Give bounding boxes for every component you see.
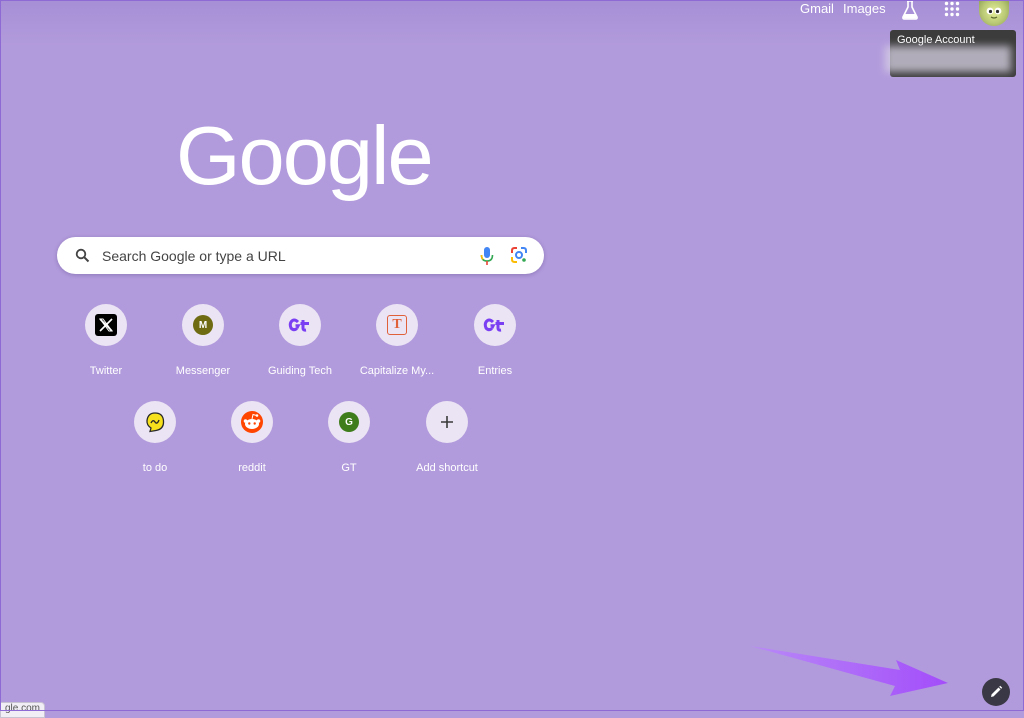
capitalize-t-icon: T bbox=[387, 315, 407, 335]
status-url: gle.com bbox=[0, 702, 46, 718]
shortcut-tile: G bbox=[328, 401, 370, 443]
google-logo: Google bbox=[176, 109, 434, 202]
reddit-icon bbox=[241, 411, 263, 433]
flask-icon[interactable] bbox=[899, 0, 921, 20]
pencil-icon bbox=[991, 685, 1003, 697]
shortcut-tile bbox=[85, 304, 127, 346]
redacted-account-info bbox=[885, 46, 1011, 72]
shortcut-label: Guiding Tech bbox=[267, 365, 332, 377]
shortcut-tile bbox=[134, 401, 176, 443]
shortcut-tile bbox=[474, 304, 516, 346]
shortcut-messenger[interactable]: M Messenger bbox=[158, 304, 248, 392]
shortcut-to-do[interactable]: to do bbox=[110, 401, 200, 489]
account-tooltip: Google Account bbox=[885, 30, 1016, 77]
search-box[interactable]: Search Google or type a URL bbox=[57, 237, 544, 274]
google-lens-icon[interactable] bbox=[510, 246, 528, 269]
customize-chrome-button[interactable] bbox=[982, 678, 1010, 706]
shortcut-label: Capitalize My... bbox=[359, 365, 435, 377]
shortcut-label: to do bbox=[142, 462, 168, 474]
search-input[interactable]: Search Google or type a URL bbox=[102, 247, 286, 265]
shortcut-label: reddit bbox=[238, 462, 266, 474]
shortcut-tile bbox=[279, 304, 321, 346]
add-shortcut-button[interactable]: Add shortcut bbox=[402, 401, 492, 489]
shortcut-label: Messenger bbox=[175, 365, 231, 377]
shortcut-entries[interactable]: Entries bbox=[450, 304, 540, 392]
shortcut-label: Add shortcut bbox=[416, 462, 478, 474]
m-letter-icon: M bbox=[193, 315, 213, 335]
shortcut-tile bbox=[231, 401, 273, 443]
apps-grid-icon[interactable] bbox=[942, 0, 962, 18]
shortcut-guiding-tech[interactable]: Guiding Tech bbox=[255, 304, 345, 392]
x-logo-icon bbox=[95, 314, 117, 336]
guiding-tech-icon bbox=[483, 318, 504, 332]
shortcut-tile: M bbox=[182, 304, 224, 346]
shortcut-tile bbox=[426, 401, 468, 443]
g-letter-icon: G bbox=[339, 412, 359, 432]
shortcut-gt[interactable]: G GT bbox=[304, 401, 394, 489]
mic-icon[interactable] bbox=[480, 246, 494, 271]
shortcut-reddit[interactable]: reddit bbox=[207, 401, 297, 489]
tooltip-title: Google Account bbox=[897, 34, 975, 46]
annotation-arrow bbox=[750, 646, 948, 696]
images-link[interactable]: Images bbox=[843, 1, 886, 17]
shortcut-twitter[interactable]: Twitter bbox=[61, 304, 151, 392]
todo-icon bbox=[146, 412, 165, 433]
shortcut-label: GT bbox=[341, 462, 357, 474]
gmail-link[interactable]: Gmail bbox=[800, 1, 834, 17]
shortcut-label: Entries bbox=[477, 365, 513, 377]
shortcut-label: Twitter bbox=[89, 365, 123, 377]
shortcut-tile: T bbox=[376, 304, 418, 346]
guiding-tech-icon bbox=[288, 318, 309, 332]
shortcut-capitalize[interactable]: T Capitalize My... bbox=[352, 304, 442, 392]
search-icon bbox=[75, 248, 90, 268]
plus-icon bbox=[441, 416, 453, 428]
